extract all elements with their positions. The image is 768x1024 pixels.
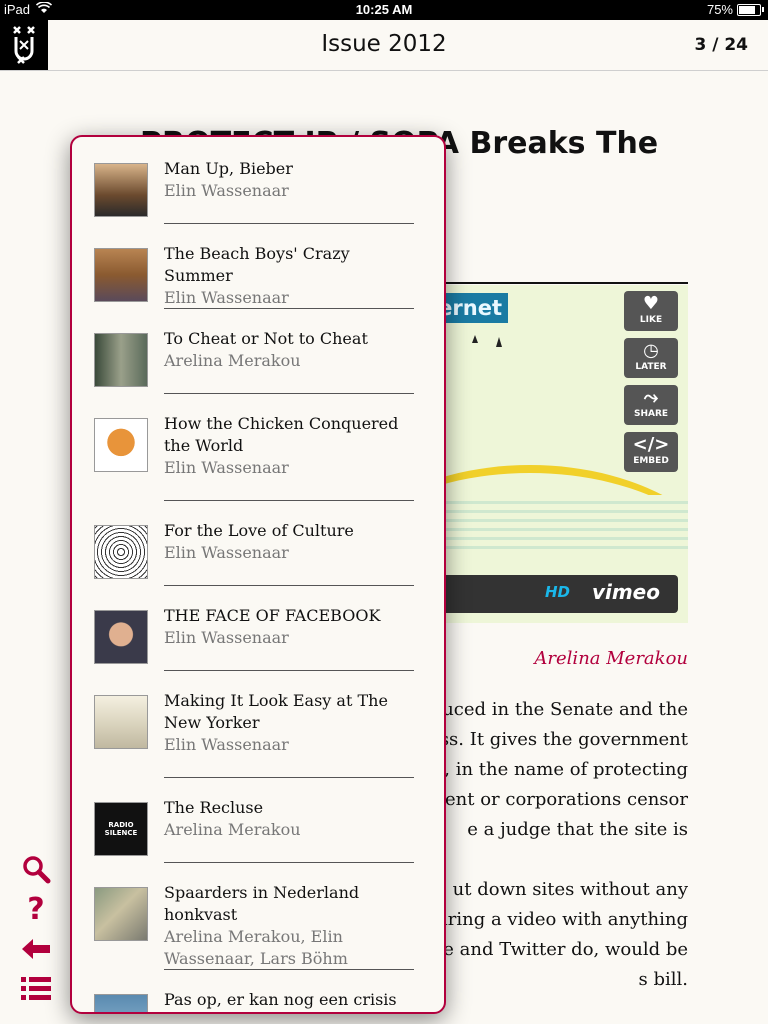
toc-separator [164,777,414,778]
toc-item-title: The Recluse [164,798,264,817]
toc-item-author: Arelina Merakou, Elin Wassenaar, Lars Bö… [164,927,348,968]
toc-separator [164,308,414,309]
toc-item-title: The Beach Boys' Crazy Summer [164,244,350,285]
toc-item-title: Pas op, er kan nog een crisis [164,990,397,1009]
toc-item-author: Arelina Merakou [164,820,301,839]
battery-percent: 75% [706,2,733,17]
search-button[interactable] [18,852,54,886]
toc-button[interactable] [18,972,54,1006]
toc-thumbnail [94,525,148,579]
toc-thumbnail [94,333,148,387]
toc-thumbnail: RADIO SILENCE [94,802,148,856]
toc-thumbnail [94,248,148,302]
article-byline: Arelina Merakou [534,648,688,669]
share-button[interactable]: ⤳ SHARE [624,385,678,425]
toc-item-title: To Cheat or Not to Cheat [164,329,368,348]
later-button[interactable]: ◷ LATER [624,338,678,378]
toc-item-author: Elin Wassenaar [164,288,289,307]
toc-separator [164,393,414,394]
help-button[interactable]: ? [18,891,54,927]
toc-item-title: Man Up, Bieber [164,159,293,178]
page-counter: 3 / 24 [694,35,748,55]
toc-thumbnail [94,695,148,749]
toc-thumbnail [94,994,148,1012]
help-icon: ? [27,891,45,927]
heart-icon: ♥ [642,293,660,314]
issue-title: Issue 2012 [321,31,447,57]
toc-separator [164,862,414,863]
radio-silence-cover: RADIO SILENCE [104,821,138,837]
toc-item-author: Elin Wassenaar [164,735,289,754]
code-icon: </> [632,434,670,455]
vimeo-logo[interactable]: vimeo [592,580,660,604]
like-button[interactable]: ♥ LIKE [624,291,678,331]
hd-toggle[interactable]: HD [545,583,570,601]
toc-separator [164,585,414,586]
embed-button[interactable]: </> EMBED [624,432,678,472]
toc-separator [164,969,414,970]
toc-item-title: THE FACE OF FACEBOOK [164,606,381,625]
toc-item-title: For the Love of Culture [164,521,354,540]
toc-thumbnail [94,163,148,217]
clock: 10:25 AM [355,2,413,17]
toc-separator [164,670,414,671]
toc-item-author: Elin Wassenaar [164,181,289,200]
back-button[interactable] [18,932,54,966]
toc-item-title: Making It Look Easy at The New Yorker [164,691,388,732]
toc-item-title: How the Chicken Conquered the World [164,414,399,455]
toc-item-author: Elin Wassenaar [164,458,289,477]
toc-item-author: Elin Wassenaar [164,628,289,647]
table-of-contents-popover: Man Up, Bieber Elin Wassenaar The Beach … [70,135,446,1014]
toc-thumbnail [94,610,148,664]
share-icon: ⤳ [643,387,659,408]
status-bar: iPad 10:25 AM 75% [0,0,768,20]
back-arrow-icon [22,939,50,959]
clock-icon: ◷ [643,340,659,361]
top-bar: Issue 2012 3 / 24 [0,20,768,71]
toc-item-author: Arelina Merakou [164,351,301,370]
list-icon [21,977,51,1000]
toc-thumbnail [94,887,148,941]
toc-thumbnail [94,418,148,472]
toc-item-title: Spaarders in Nederland honkvast [164,883,360,924]
toc-separator [164,500,414,501]
battery-icon [737,3,761,16]
toc-item-author: Elin Wassenaar [164,543,289,562]
toc-separator [164,223,414,224]
search-icon [23,856,51,884]
bird-icons [472,335,502,347]
